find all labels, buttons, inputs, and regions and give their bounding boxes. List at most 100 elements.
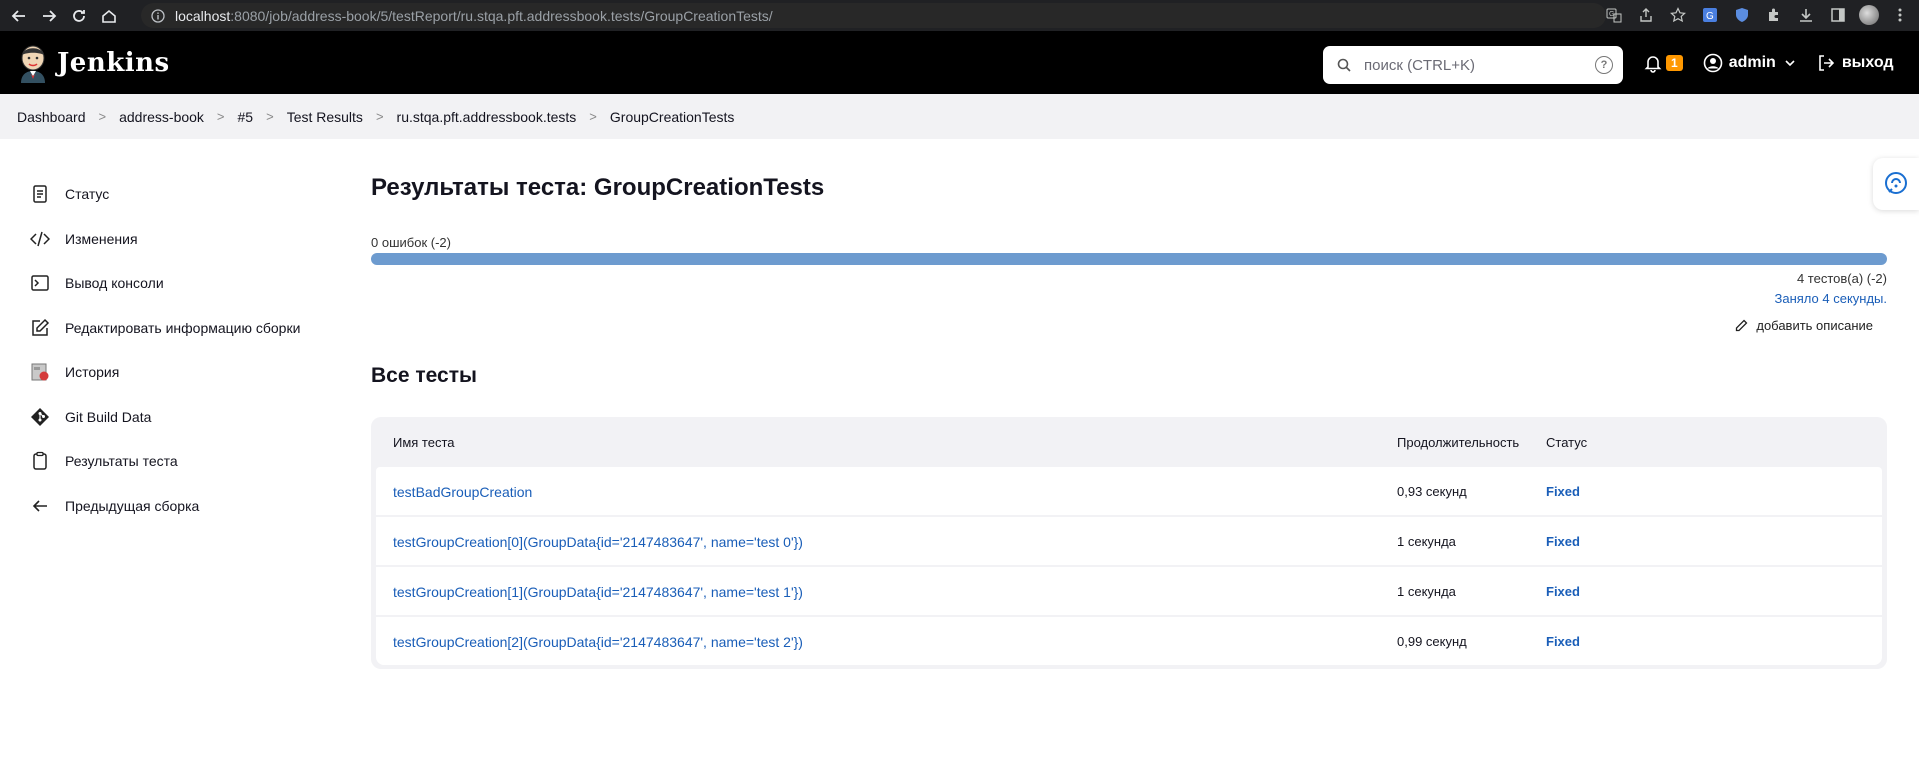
- translator-extension-icon[interactable]: G: [1699, 4, 1721, 26]
- svg-text:G: G: [1706, 11, 1714, 22]
- sidebar-item-history[interactable]: История: [30, 350, 350, 395]
- test-progress-bar: [371, 253, 1887, 265]
- sidebar-item-changes[interactable]: Изменения: [30, 217, 350, 262]
- user-menu[interactable]: admin: [1729, 54, 1776, 72]
- search-input[interactable]: поиск (CTRL+K) ?: [1323, 46, 1623, 84]
- test-name-link[interactable]: testGroupCreation[0](GroupData{id='21474…: [393, 534, 803, 550]
- logout-link[interactable]: выход: [1842, 54, 1894, 72]
- bell-icon[interactable]: [1643, 53, 1663, 73]
- test-duration: 1 секунда: [1397, 584, 1456, 599]
- test-name-link[interactable]: testBadGroupCreation: [393, 484, 532, 500]
- breadcrumb-build[interactable]: #5: [238, 109, 254, 125]
- column-header-status[interactable]: Статус: [1546, 435, 1587, 450]
- breadcrumb-package[interactable]: ru.stqa.pft.addressbook.tests: [397, 109, 577, 125]
- sidebar-item-label: Результаты теста: [65, 453, 178, 470]
- section-title: Все тесты: [371, 364, 477, 387]
- home-icon[interactable]: [98, 5, 120, 27]
- jenkins-header: Jenkins поиск (CTRL+K) ? 1 admin выход: [0, 31, 1919, 94]
- history-icon: [30, 362, 50, 382]
- url-text: localhost:8080/job/address-book/5/testRe…: [175, 7, 773, 24]
- notifications-badge[interactable]: 1: [1666, 54, 1683, 71]
- breadcrumb-job[interactable]: address-book: [119, 109, 204, 125]
- site-info-icon[interactable]: [151, 8, 165, 23]
- breadcrumb-separator-icon: >: [98, 109, 107, 124]
- translate-icon[interactable]: G: [1603, 4, 1625, 26]
- table-header: Имя теста Продолжительность Статус: [371, 417, 1887, 467]
- page-title: Результаты теста: GroupCreationTests: [371, 174, 825, 201]
- search-placeholder: поиск (CTRL+K): [1364, 56, 1475, 74]
- sidebar-item-label: Git Build Data: [65, 408, 152, 425]
- test-duration: 0,93 секунд: [1397, 484, 1467, 499]
- back-arrow-icon[interactable]: [8, 5, 30, 27]
- forward-arrow-icon[interactable]: [38, 5, 60, 27]
- breadcrumb-dashboard[interactable]: Dashboard: [17, 109, 86, 125]
- reload-icon[interactable]: [68, 5, 90, 27]
- breadcrumb-separator-icon: >: [589, 109, 597, 124]
- pencil-icon: [1736, 319, 1748, 331]
- sidebar-item-previous-build[interactable]: Предыдущая сборка: [30, 484, 350, 529]
- column-header-duration[interactable]: Продолжительность: [1397, 435, 1519, 450]
- breadcrumb-separator-icon: >: [266, 109, 274, 124]
- sidebar-item-label: Редактировать информацию сборки: [65, 319, 301, 336]
- sidebar-item-test-results[interactable]: Результаты теста: [30, 439, 350, 484]
- feedback-chat-button[interactable]: [1873, 158, 1919, 210]
- failures-summary: 0 ошибок (-2): [371, 235, 451, 250]
- chat-icon: [1885, 172, 1907, 194]
- test-name-link[interactable]: testGroupCreation[2](GroupData{id='21474…: [393, 634, 803, 650]
- jenkins-butler-icon: [21, 45, 45, 83]
- sidebar-item-edit-build[interactable]: Редактировать информацию сборки: [30, 306, 350, 351]
- search-icon: [1337, 58, 1351, 72]
- sidebar-item-label: История: [65, 364, 120, 381]
- user-icon[interactable]: [1703, 53, 1723, 73]
- add-description-link[interactable]: добавить описание: [1734, 318, 1873, 333]
- test-status[interactable]: Fixed: [1546, 634, 1580, 649]
- sidebar-item-label: Вывод консоли: [65, 275, 164, 292]
- menu-dots-icon[interactable]: [1889, 4, 1911, 26]
- status-icon: [30, 184, 50, 204]
- jenkins-logo[interactable]: Jenkins: [17, 43, 170, 83]
- shield-extension-icon[interactable]: [1731, 4, 1753, 26]
- sidebar-item-label: Изменения: [65, 230, 138, 247]
- test-status[interactable]: Fixed: [1546, 584, 1580, 599]
- test-duration: 1 секунда: [1397, 534, 1456, 549]
- clipboard-icon: [30, 451, 50, 471]
- table-row: testBadGroupCreation 0,93 секунд Fixed: [376, 467, 1882, 515]
- breadcrumb-separator-icon: >: [375, 109, 384, 124]
- sidebar-item-console[interactable]: Вывод консоли: [30, 261, 350, 306]
- chevron-down-icon[interactable]: [1784, 57, 1796, 69]
- breadcrumb-class[interactable]: GroupCreationTests: [610, 109, 735, 125]
- column-header-name[interactable]: Имя теста: [393, 435, 455, 450]
- terminal-icon: [30, 273, 50, 293]
- sidebar-item-git-build-data[interactable]: Git Build Data: [30, 395, 350, 440]
- address-bar[interactable]: localhost:8080/job/address-book/5/testRe…: [141, 3, 1606, 28]
- table-row: testGroupCreation[1](GroupData{id='21474…: [376, 567, 1882, 615]
- add-description-label: добавить описание: [1756, 318, 1873, 333]
- test-status[interactable]: Fixed: [1546, 484, 1580, 499]
- git-icon: [30, 407, 50, 427]
- logout-icon[interactable]: [1816, 53, 1836, 73]
- profile-avatar[interactable]: [1859, 5, 1879, 25]
- breadcrumb-test-results[interactable]: Test Results: [287, 109, 363, 125]
- table-row: testGroupCreation[0](GroupData{id='21474…: [376, 517, 1882, 565]
- sidebar-item-label: Статус: [65, 186, 110, 203]
- duration-link[interactable]: Заняло 4 секунды.: [1775, 291, 1888, 306]
- test-name-link[interactable]: testGroupCreation[1](GroupData{id='21474…: [393, 584, 803, 600]
- share-icon[interactable]: [1635, 4, 1657, 26]
- browser-toolbar: localhost:8080/job/address-book/5/testRe…: [0, 0, 1919, 31]
- side-panel-icon[interactable]: [1827, 4, 1849, 26]
- code-icon: [30, 229, 50, 249]
- breadcrumb: Dashboard > address-book > #5 > Test Res…: [0, 94, 1919, 139]
- arrow-left-icon: [30, 496, 50, 516]
- table-row: testGroupCreation[2](GroupData{id='21474…: [376, 617, 1882, 665]
- edit-icon: [30, 318, 50, 338]
- tests-count: 4 тестов(а) (-2): [1796, 271, 1887, 286]
- brand-name: Jenkins: [57, 47, 170, 78]
- bookmark-star-icon[interactable]: [1667, 4, 1689, 26]
- extensions-puzzle-icon[interactable]: [1763, 4, 1785, 26]
- test-status[interactable]: Fixed: [1546, 534, 1580, 549]
- sidebar: Статус Изменения Вывод консоли Редактиро…: [30, 172, 350, 528]
- sidebar-item-status[interactable]: Статус: [30, 172, 350, 217]
- download-icon[interactable]: [1795, 4, 1817, 26]
- help-icon[interactable]: ?: [1595, 56, 1613, 74]
- tests-table: Имя теста Продолжительность Статус testB…: [371, 417, 1887, 669]
